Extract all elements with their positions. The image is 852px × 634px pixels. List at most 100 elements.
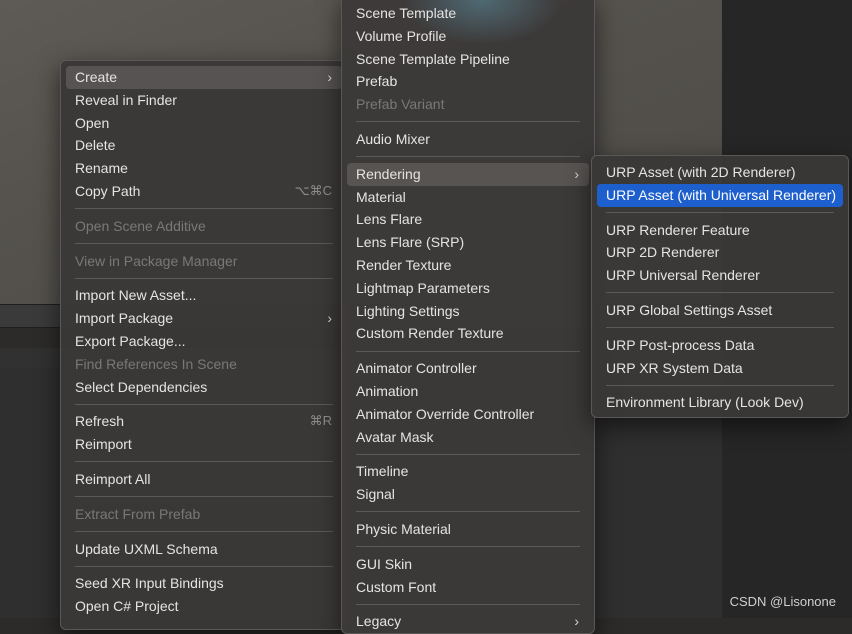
menu-item-material[interactable]: Material	[347, 186, 589, 209]
menu-item-select-dependencies[interactable]: Select Dependencies	[66, 376, 342, 399]
menu-item-label: URP Asset (with Universal Renderer)	[606, 186, 837, 203]
menu-item-label: Rename	[75, 160, 128, 177]
menu-item-custom-font[interactable]: Custom Font	[347, 576, 589, 599]
menu-item-prefab-variant: Prefab Variant	[347, 93, 589, 116]
menu-item-urp-asset-with-2d-renderer[interactable]: URP Asset (with 2D Renderer)	[597, 161, 843, 184]
menu-item-label: Animator Override Controller	[356, 405, 535, 422]
menu-item-physic-material[interactable]: Physic Material	[347, 518, 589, 541]
menu-item-extract-from-prefab: Extract From Prefab	[66, 503, 342, 526]
menu-item-render-texture[interactable]: Render Texture	[347, 254, 589, 277]
menu-item-label: Export Package...	[75, 332, 186, 349]
menu-item-update-uxml-schema[interactable]: Update UXML Schema	[66, 538, 342, 561]
menu-item-label: URP Post-process Data	[606, 336, 755, 353]
menu-item-animator-controller[interactable]: Animator Controller	[347, 357, 589, 380]
menu-separator	[356, 121, 580, 123]
menu-item-urp-post-process-data[interactable]: URP Post-process Data	[597, 334, 843, 357]
menu-separator	[606, 292, 834, 294]
menu-item-open-c-project[interactable]: Open C# Project	[66, 595, 342, 618]
menu-separator	[606, 327, 834, 329]
menu-item-label: Render Texture	[356, 256, 452, 273]
menu-item-reveal-in-finder[interactable]: Reveal in Finder	[66, 89, 342, 112]
menu-item-refresh[interactable]: Refresh ⌘R	[66, 410, 342, 433]
menu-item-lightmap-parameters[interactable]: Lightmap Parameters	[347, 277, 589, 300]
menu-item-urp-2d-renderer[interactable]: URP 2D Renderer	[597, 241, 843, 264]
menu-item-label: Open	[75, 114, 110, 131]
menu-item-animation[interactable]: Animation	[347, 380, 589, 403]
menu-item-prefab[interactable]: Prefab	[347, 70, 589, 93]
menu-item-find-references-in-scene: Find References In Scene	[66, 353, 342, 376]
menu-item-label: URP 2D Renderer	[606, 244, 720, 261]
menu-separator	[75, 565, 333, 567]
menu-item-label: URP Asset (with 2D Renderer)	[606, 164, 796, 180]
menu-item-timeline[interactable]: Timeline	[347, 460, 589, 483]
menu-item-urp-xr-system-data[interactable]: URP XR System Data	[597, 357, 843, 380]
menu-item-label: View in Package Manager	[75, 252, 238, 269]
menu-item-label: Select Dependencies	[75, 378, 208, 395]
menu-separator	[356, 511, 580, 513]
menu-item-environment-library-look-dev[interactable]: Environment Library (Look Dev)	[597, 391, 843, 414]
menu-item-label: Reveal in Finder	[75, 91, 177, 108]
menu-item-urp-global-settings-asset[interactable]: URP Global Settings Asset	[597, 299, 843, 322]
menu-item-scene-template-pipeline[interactable]: Scene Template Pipeline	[347, 48, 589, 71]
menu-item-urp-universal-renderer[interactable]: URP Universal Renderer	[597, 264, 843, 287]
menu-item-seed-xr-input-bindings[interactable]: Seed XR Input Bindings	[66, 572, 342, 595]
menu-item-label: Volume Profile	[356, 27, 447, 44]
menu-item-view-in-package-manager: View in Package Manager	[66, 250, 342, 273]
menu-separator	[75, 461, 333, 463]
menu-item-label: Material	[356, 188, 406, 205]
menu-item-urp-renderer-feature[interactable]: URP Renderer Feature	[597, 219, 843, 242]
menu-item-label: Lighting Settings	[356, 302, 460, 319]
menu-separator	[356, 603, 580, 605]
menu-item-signal[interactable]: Signal	[347, 483, 589, 506]
context-menu: Create › Reveal in Finder Open Delete Rename C…	[60, 60, 348, 630]
menu-item-label: Animation	[356, 382, 419, 399]
menu-item-label: Prefab	[356, 73, 398, 90]
menu-item-label: Update UXML Schema	[75, 540, 218, 557]
menu-item-label: Copy Path	[75, 182, 141, 199]
menu-item-label: Custom Font	[356, 578, 437, 595]
menu-item-label: Timeline	[356, 463, 409, 480]
menu-item-legacy[interactable]: Legacy ›	[347, 610, 589, 633]
menu-item-urp-asset-with-universal-renderer[interactable]: URP Asset (with Universal Renderer)	[597, 183, 843, 207]
menu-item-label: URP Renderer Feature	[606, 221, 750, 238]
menu-item-scene-template[interactable]: Scene Template	[347, 2, 589, 25]
menu-item-lighting-settings[interactable]: Lighting Settings	[347, 300, 589, 323]
menu-item-animator-override-controller[interactable]: Animator Override Controller	[347, 403, 589, 426]
menu-item-audio-mixer[interactable]: Audio Mixer	[347, 128, 589, 151]
menu-item-open-scene-additive: Open Scene Additive	[66, 215, 342, 238]
menu-item-label: Import New Asset...	[75, 287, 197, 304]
menu-item-label: URP Global Settings Asset	[606, 301, 773, 318]
menu-item-gui-skin[interactable]: GUI Skin	[347, 553, 589, 576]
menu-item-import-new-asset[interactable]: Import New Asset...	[66, 284, 342, 307]
menu-item-export-package[interactable]: Export Package...	[66, 330, 342, 353]
menu-item-create[interactable]: Create ›	[66, 66, 342, 89]
menu-separator	[75, 243, 333, 245]
menu-item-open[interactable]: Open	[66, 112, 342, 135]
menu-item-avatar-mask[interactable]: Avatar Mask	[347, 426, 589, 449]
menu-item-label: Lightmap Parameters	[356, 279, 490, 296]
menu-item-rename[interactable]: Rename	[66, 157, 342, 180]
menu-item-copy-path[interactable]: Copy Path ⌥⌘C	[66, 180, 342, 203]
menu-item-label: Extract From Prefab	[75, 505, 201, 522]
menu-item-reimport[interactable]: Reimport	[66, 433, 342, 456]
menu-item-label: Scene Template	[356, 5, 457, 21]
menu-separator	[75, 277, 333, 279]
menu-item-custom-render-texture[interactable]: Custom Render Texture	[347, 322, 589, 345]
menu-item-lens-flare-srp[interactable]: Lens Flare (SRP)	[347, 231, 589, 254]
menu-item-label: Physic Material	[356, 520, 451, 537]
chevron-right-icon: ›	[327, 310, 332, 327]
menu-item-label: Prefab Variant	[356, 96, 445, 113]
menu-item-label: Animator Controller	[356, 360, 477, 377]
menu-item-import-package[interactable]: Import Package ›	[66, 307, 342, 330]
menu-item-delete[interactable]: Delete	[66, 134, 342, 157]
menu-item-volume-profile[interactable]: Volume Profile	[347, 25, 589, 48]
menu-separator	[606, 212, 834, 214]
menu-item-label: Environment Library (Look Dev)	[606, 394, 804, 411]
menu-item-reimport-all[interactable]: Reimport All	[66, 468, 342, 491]
menu-separator	[606, 384, 834, 386]
menu-item-label: Avatar Mask	[356, 428, 434, 445]
menu-item-rendering[interactable]: Rendering ›	[347, 162, 589, 186]
menu-item-label: GUI Skin	[356, 555, 413, 572]
menu-item-label: Custom Render Texture	[356, 325, 504, 342]
menu-item-lens-flare[interactable]: Lens Flare	[347, 208, 589, 231]
